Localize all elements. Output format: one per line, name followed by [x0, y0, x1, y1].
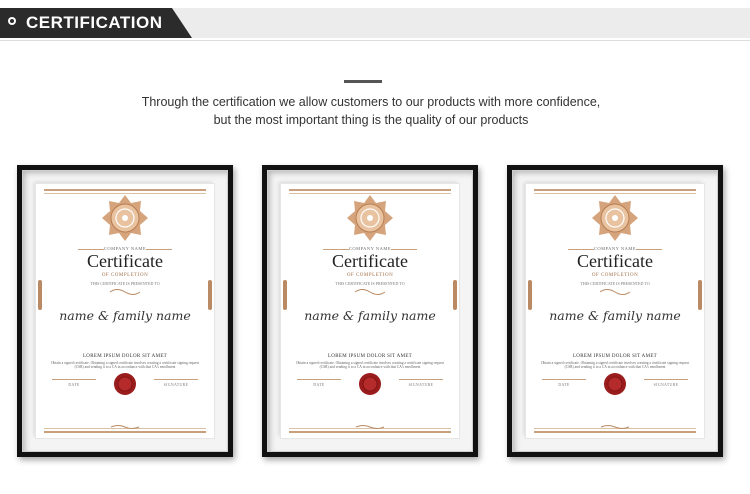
- lorem-title: LOREM IPSUM DOLOR SIT AMET: [327, 354, 413, 359]
- title-divider: [344, 80, 382, 83]
- swirl-ornament-icon: [109, 289, 141, 295]
- certificate-title: Certificate: [87, 251, 163, 271]
- section-header-underline: [0, 40, 750, 41]
- certificate-paper: COMPANY NAME Certificate OF COMPLETION T…: [526, 184, 704, 438]
- certificate-subtitle: OF COMPLETION: [101, 273, 149, 278]
- wax-seal-icon: [604, 373, 626, 395]
- presented-to: THIS CERTIFICATE IS PRESENTED TO: [335, 281, 405, 286]
- lorem-body: Obtain a signed certificate. Obtaining a…: [540, 361, 690, 370]
- certificate-title: Certificate: [332, 251, 408, 271]
- bottom-border: [44, 431, 206, 433]
- swirl-ornament-icon: [354, 289, 386, 295]
- frame-mat: COMPANY NAME Certificate OF COMPLETION T…: [22, 170, 228, 452]
- certificate-paper: COMPANY NAME Certificate OF COMPLETION T…: [36, 184, 214, 438]
- top-border: [44, 189, 206, 191]
- certificate-frame-2: COMPANY NAME Certificate OF COMPLETION T…: [262, 165, 478, 457]
- recipient-name: name & family name: [59, 308, 191, 323]
- bottom-ornament-icon: [600, 425, 630, 429]
- bottom-border: [534, 431, 696, 433]
- lorem-body: Obtain a signed certificate. Obtaining a…: [50, 361, 200, 370]
- signature-line: [399, 379, 443, 380]
- lorem-title: LOREM IPSUM DOLOR SIT AMET: [572, 354, 658, 359]
- presented-to: THIS CERTIFICATE IS PRESENTED TO: [90, 281, 160, 286]
- intro-line-2: but the most important thing is the qual…: [213, 113, 529, 127]
- intro-line-1: Through the certification we allow custo…: [141, 95, 601, 109]
- date-label: DATE: [558, 383, 570, 387]
- top-border: [289, 189, 451, 191]
- bottom-ornament-icon: [110, 425, 140, 429]
- certificate-subtitle: OF COMPLETION: [346, 273, 394, 278]
- signature-label: SIGNATURE: [408, 383, 434, 387]
- recipient-name: name & family name: [549, 308, 681, 323]
- medal-emblem-icon: [102, 195, 148, 241]
- section-title: CERTIFICATION: [26, 13, 163, 32]
- signature-label: SIGNATURE: [653, 383, 679, 387]
- frame-mat: COMPANY NAME Certificate OF COMPLETION T…: [267, 170, 473, 452]
- date-line: [542, 379, 586, 380]
- presented-to: THIS CERTIFICATE IS PRESENTED TO: [580, 281, 650, 286]
- bottom-border: [289, 431, 451, 433]
- medal-emblem-icon: [592, 195, 638, 241]
- signature-line: [644, 379, 688, 380]
- certificate-frame-1: COMPANY NAME Certificate OF COMPLETION T…: [17, 165, 233, 457]
- circle-outline-icon: [8, 17, 16, 25]
- date-label: DATE: [68, 383, 80, 387]
- certificate-paper: COMPANY NAME Certificate OF COMPLETION T…: [281, 184, 459, 438]
- frame-mat: COMPANY NAME Certificate OF COMPLETION T…: [512, 170, 718, 452]
- date-line: [52, 379, 96, 380]
- medal-emblem-icon: [347, 195, 393, 241]
- intro-text: Through the certification we allow custo…: [0, 93, 742, 129]
- lorem-title: LOREM IPSUM DOLOR SIT AMET: [82, 354, 168, 359]
- date-line: [297, 379, 341, 380]
- certificate-title: Certificate: [577, 251, 653, 271]
- signature-label: SIGNATURE: [163, 383, 189, 387]
- top-border: [534, 189, 696, 191]
- bottom-ornament-icon: [355, 425, 385, 429]
- swirl-ornament-icon: [599, 289, 631, 295]
- date-label: DATE: [313, 383, 325, 387]
- certificate-subtitle: OF COMPLETION: [591, 273, 639, 278]
- lorem-body: Obtain a signed certificate. Obtaining a…: [295, 361, 445, 370]
- wax-seal-icon: [114, 373, 136, 395]
- wax-seal-icon: [359, 373, 381, 395]
- recipient-name: name & family name: [304, 308, 436, 323]
- certificate-frame-3: COMPANY NAME Certificate OF COMPLETION T…: [507, 165, 723, 457]
- signature-line: [154, 379, 198, 380]
